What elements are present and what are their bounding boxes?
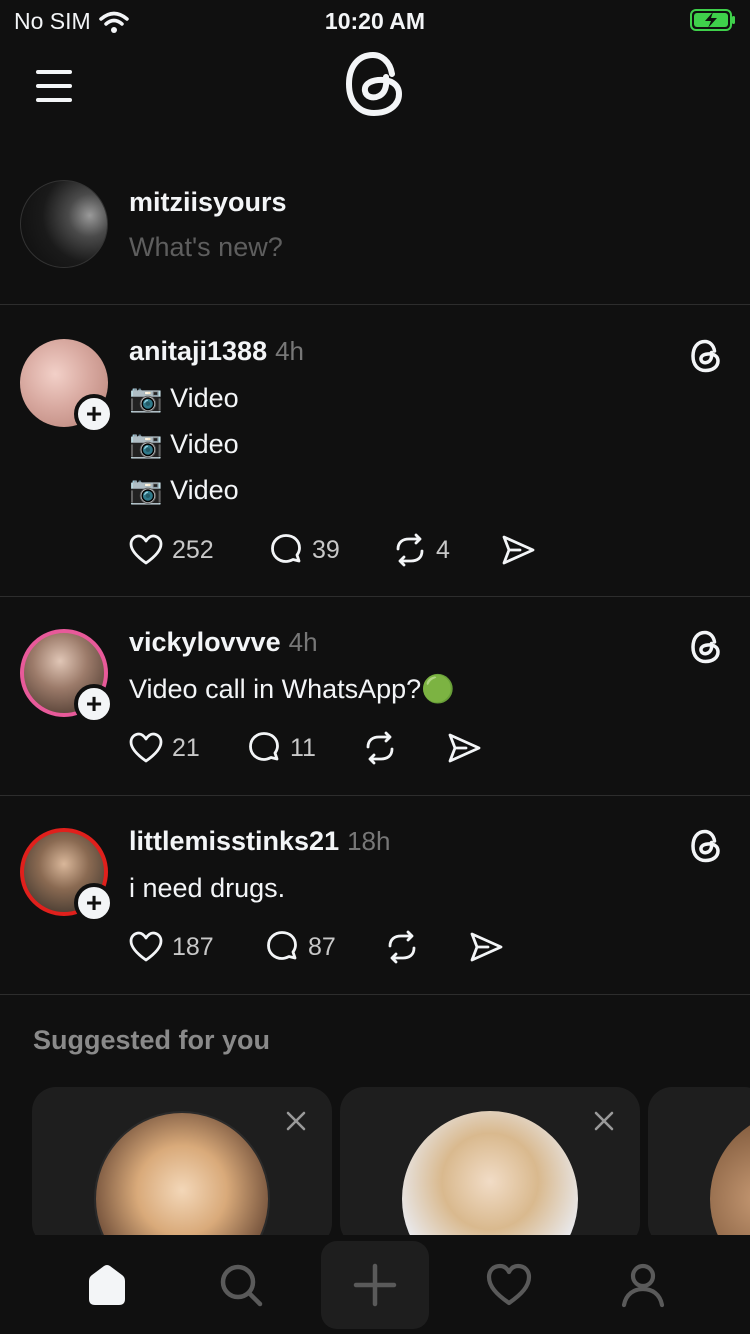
home-icon — [89, 1264, 125, 1305]
close-icon[interactable] — [592, 1109, 616, 1133]
like-count: 21 — [172, 733, 200, 762]
person-icon — [621, 1263, 665, 1307]
like-button[interactable]: 21 — [128, 730, 246, 766]
avatar[interactable] — [402, 1111, 578, 1247]
post-text-line: 📷 Video — [129, 429, 239, 459]
post-text-line: 📷 Video — [129, 383, 239, 413]
search-icon — [220, 1264, 263, 1306]
post-text: i need drugs. — [129, 865, 285, 911]
reply-button[interactable]: 39 — [268, 532, 392, 568]
tab-home[interactable] — [53, 1235, 161, 1334]
reply-count: 39 — [312, 535, 340, 564]
send-icon — [448, 733, 481, 763]
threads-logo-icon[interactable] — [690, 629, 722, 665]
share-button[interactable] — [468, 929, 504, 965]
post-text-line: 📷 Video — [129, 475, 239, 505]
reply-count: 87 — [308, 932, 336, 961]
repost-button[interactable] — [362, 730, 446, 766]
follow-plus-icon[interactable]: + — [74, 394, 114, 434]
repost-icon — [388, 930, 416, 964]
avatar[interactable] — [710, 1111, 750, 1247]
post-timestamp: 4h — [288, 627, 318, 657]
status-time: 10:20 AM — [324, 8, 426, 34]
follow-plus-icon[interactable]: + — [74, 883, 114, 923]
threads-logo-icon[interactable] — [343, 50, 407, 118]
tab-search[interactable] — [187, 1235, 295, 1334]
post-text: 📷 Video 📷 Video 📷 Video — [129, 375, 239, 513]
post-actions: 21 11 — [128, 730, 482, 766]
post-username[interactable]: littlemisstinks21 — [129, 826, 339, 857]
like-button[interactable]: 252 — [128, 532, 268, 568]
post-header: littlemisstinks21 18h — [129, 826, 390, 857]
status-bar: No SIM 10:20 AM — [0, 0, 750, 42]
close-icon[interactable] — [284, 1109, 308, 1133]
tab-create[interactable] — [321, 1235, 429, 1334]
heart-icon — [129, 931, 163, 962]
top-bar — [0, 50, 750, 130]
threads-logo-icon[interactable] — [690, 338, 722, 374]
post-header: anitaji1388 4h — [129, 336, 304, 367]
repost-icon — [396, 533, 424, 567]
post-username[interactable]: vickylovvve — [129, 627, 281, 658]
like-count: 252 — [172, 535, 214, 564]
heart-icon — [129, 732, 163, 763]
hamburger-icon[interactable] — [36, 68, 76, 102]
feed-post[interactable]: + anitaji1388 4h 📷 Video 📷 Video 📷 Video… — [0, 306, 750, 597]
suggested-profile-card[interactable] — [648, 1087, 750, 1247]
threads-logo-icon[interactable] — [690, 828, 722, 864]
suggested-profile-card[interactable] — [340, 1087, 640, 1247]
post-actions: 252 39 4 — [128, 532, 536, 568]
composer-username: mitziisyours — [129, 187, 287, 217]
bottom-tab-bar — [0, 1235, 750, 1334]
new-thread-composer[interactable]: mitziisyours What's new? — [0, 165, 750, 305]
plus-icon — [353, 1263, 397, 1306]
feed-post[interactable]: + vickylovvve 4h Video call in WhatsApp?… — [0, 597, 750, 796]
repost-button[interactable] — [384, 929, 468, 965]
tab-activity[interactable] — [455, 1235, 563, 1334]
post-header: vickylovvve 4h — [129, 627, 318, 658]
avatar[interactable] — [94, 1111, 270, 1247]
follow-plus-icon[interactable]: + — [74, 684, 114, 724]
post-text-line: i need drugs. — [129, 873, 286, 903]
tab-profile[interactable] — [589, 1235, 697, 1334]
composer-placeholder[interactable]: What's new? — [129, 232, 283, 263]
share-button[interactable] — [446, 730, 482, 766]
like-count: 187 — [172, 932, 214, 961]
send-icon — [502, 535, 535, 565]
feed-post[interactable]: + littlemisstinks21 18h i need drugs. 18… — [0, 796, 750, 995]
battery-charging-icon — [690, 9, 735, 31]
like-button[interactable]: 187 — [128, 929, 264, 965]
post-text-line: Video call in WhatsApp?🟢 — [129, 674, 455, 704]
suggested-heading: Suggested for you — [33, 1025, 271, 1055]
comment-icon — [249, 732, 279, 761]
avatar[interactable] — [20, 180, 108, 268]
comment-icon — [267, 931, 297, 960]
repost-count: 4 — [436, 535, 450, 564]
repost-button[interactable]: 4 — [392, 532, 500, 568]
reply-button[interactable]: 11 — [246, 730, 362, 766]
post-timestamp: 4h — [275, 336, 305, 366]
post-username[interactable]: anitaji1388 — [129, 336, 267, 367]
suggested-profile-card[interactable] — [32, 1087, 332, 1247]
post-actions: 187 87 — [128, 929, 504, 965]
send-icon — [470, 932, 503, 962]
reply-button[interactable]: 87 — [264, 929, 384, 965]
comment-icon — [271, 534, 301, 563]
post-text: Video call in WhatsApp?🟢 — [129, 666, 455, 712]
heart-icon — [486, 1263, 532, 1305]
repost-icon — [366, 731, 394, 765]
reply-count: 11 — [290, 733, 316, 762]
share-button[interactable] — [500, 532, 536, 568]
post-timestamp: 18h — [347, 826, 391, 856]
heart-icon — [129, 534, 163, 565]
